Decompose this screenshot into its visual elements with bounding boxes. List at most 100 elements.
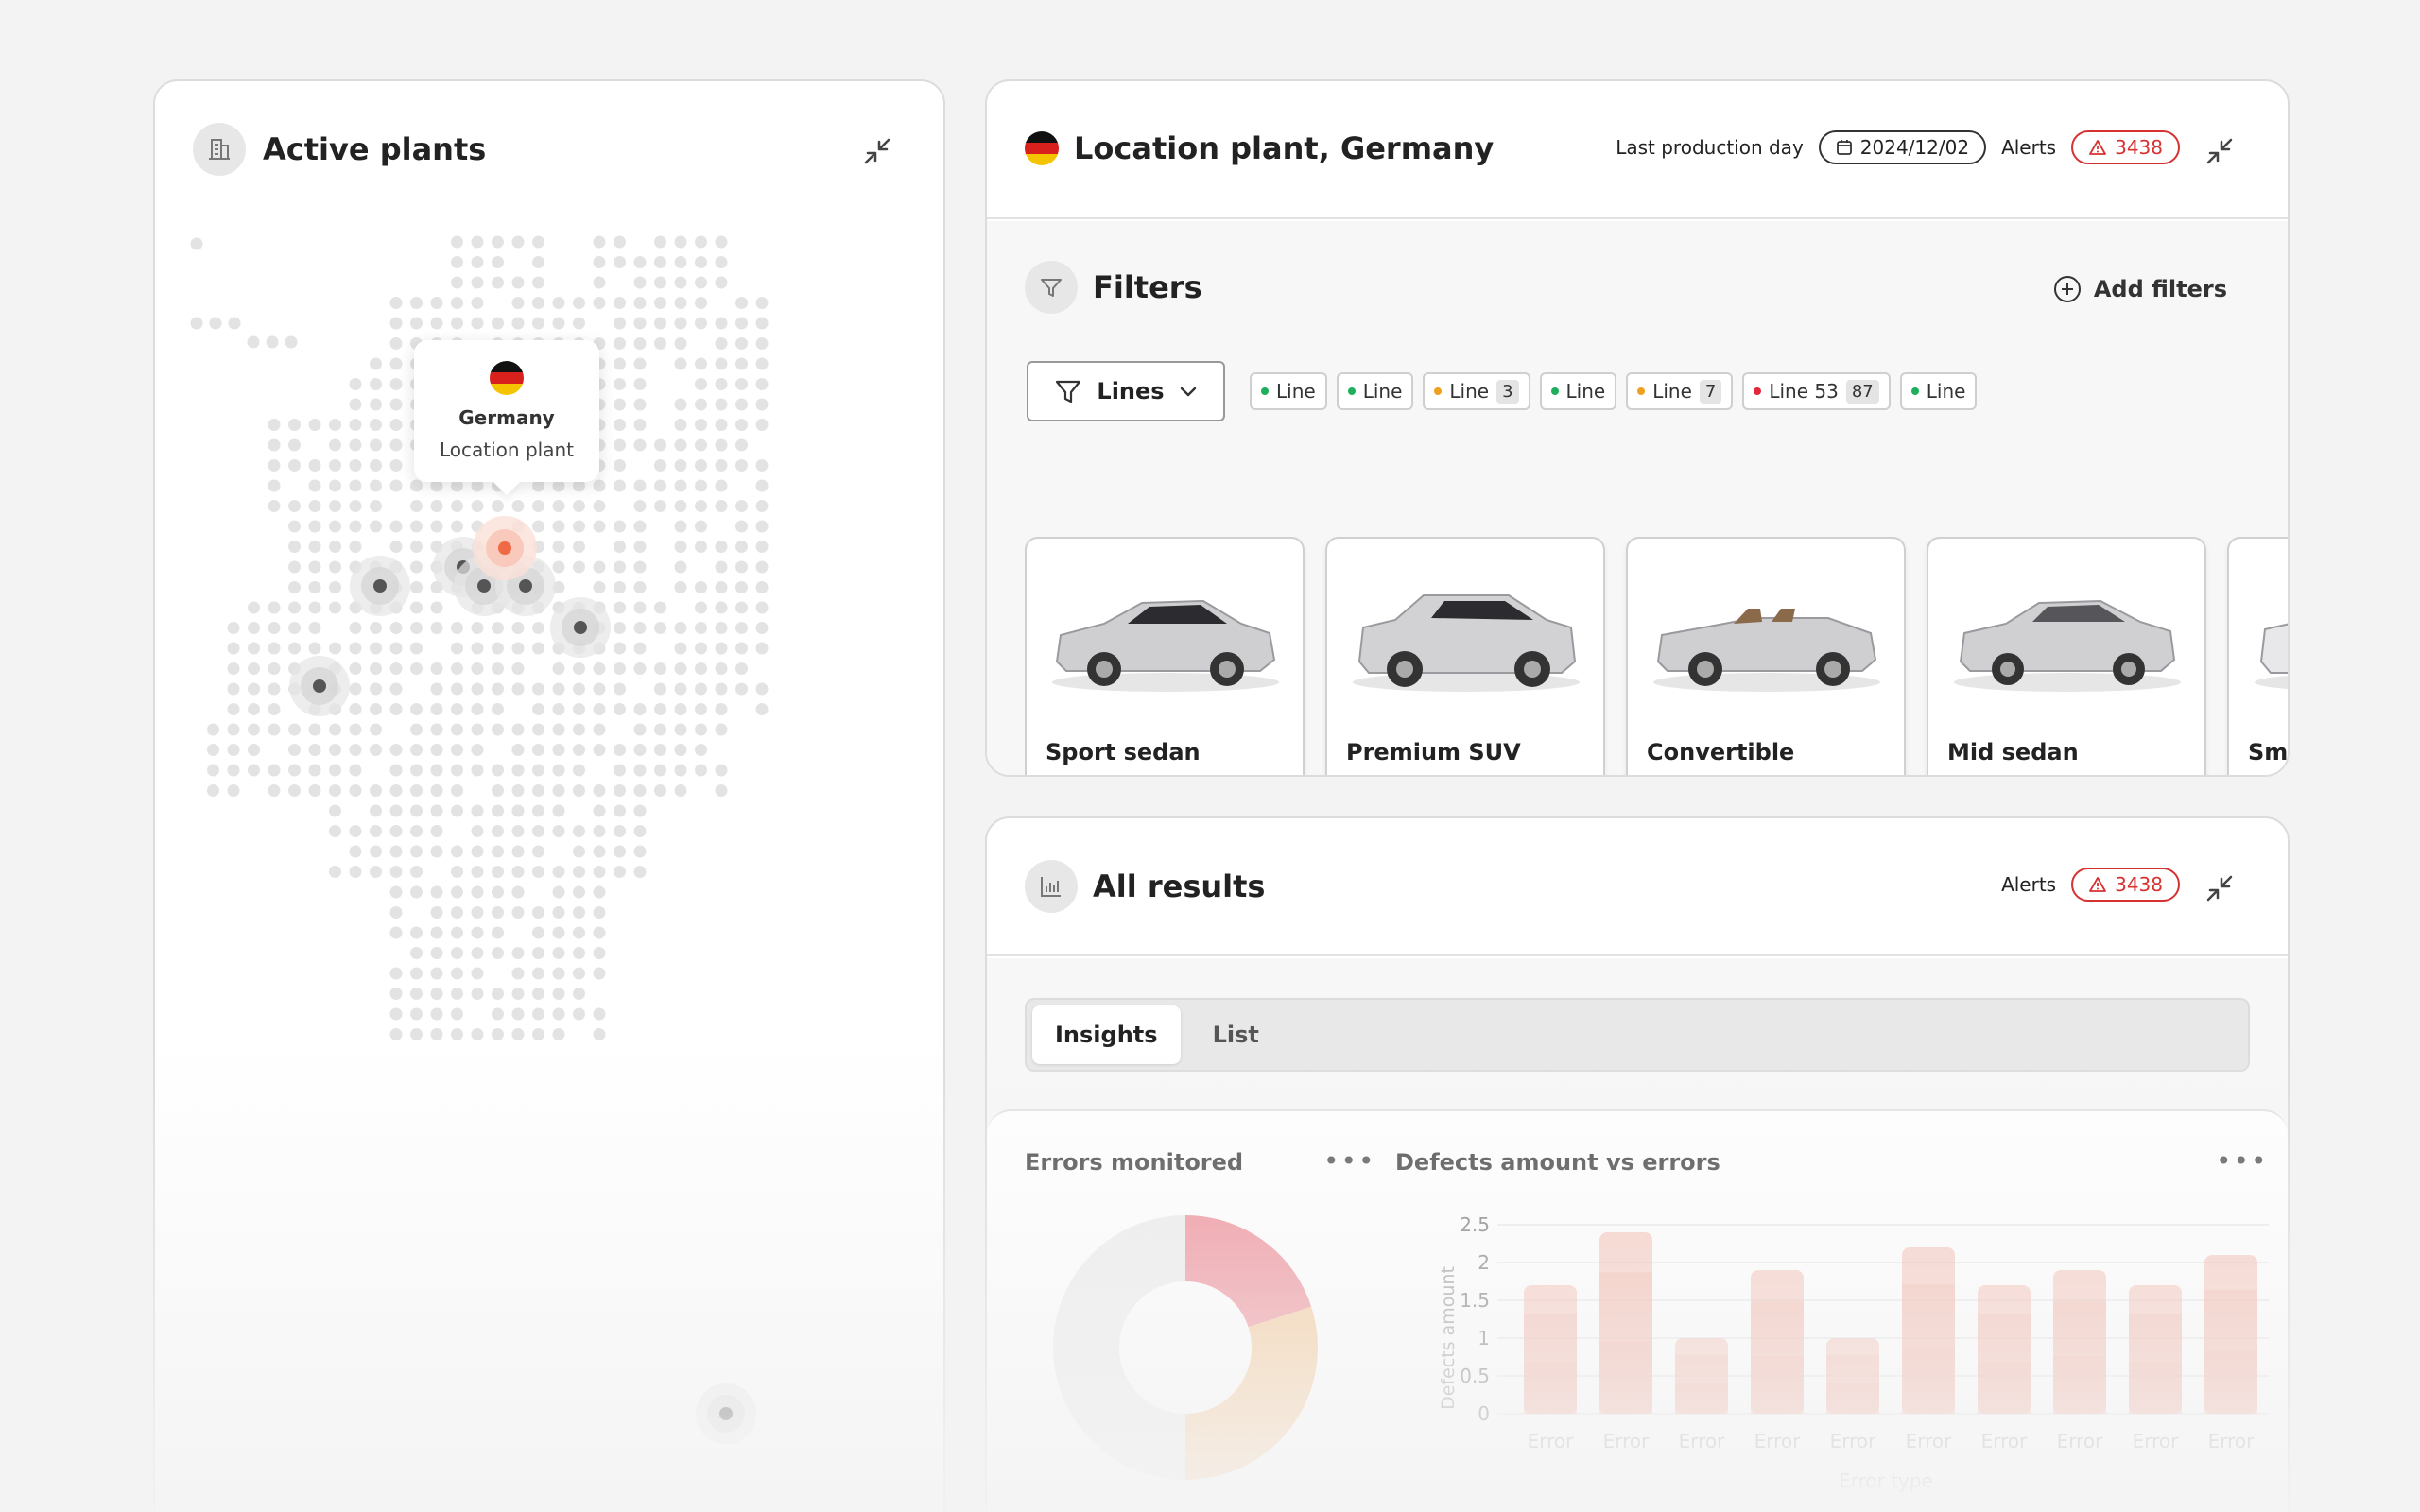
map-dot <box>268 459 281 472</box>
map-dot <box>451 317 463 330</box>
map-dot <box>593 784 606 797</box>
map-dot <box>614 438 626 452</box>
line-chip[interactable]: Line <box>1336 372 1414 410</box>
map-dot <box>614 784 626 797</box>
map-dot <box>633 825 647 837</box>
map-dot <box>552 500 565 512</box>
map-dot <box>410 622 423 634</box>
map-dot <box>410 784 423 797</box>
map-dot <box>715 500 728 512</box>
map-dot <box>410 642 423 655</box>
car-card-convertible[interactable]: Convertible <box>1626 537 1906 775</box>
map-dot <box>207 723 219 736</box>
collapse-map-button[interactable] <box>855 129 900 174</box>
map-dot <box>410 804 423 817</box>
map-dot <box>674 703 687 715</box>
map-dot <box>370 500 382 512</box>
map-dot <box>268 764 281 777</box>
map-dot <box>633 256 647 268</box>
line-chip[interactable]: Line 7 <box>1626 372 1734 410</box>
map-dot <box>389 541 403 553</box>
lines-dropdown[interactable]: Lines <box>1027 361 1225 421</box>
tab-insights[interactable]: Insights <box>1032 1005 1181 1064</box>
car-card-sport-sedan[interactable]: Sport sedan <box>1025 537 1305 775</box>
line-chip[interactable]: Line 53 87 <box>1742 372 1891 410</box>
line-chip[interactable]: Line <box>1539 372 1617 410</box>
line-chip[interactable]: Line <box>1899 372 1978 410</box>
map-dot <box>511 317 525 330</box>
map-dot <box>614 479 626 492</box>
collapse-location-button[interactable] <box>2197 129 2242 174</box>
map-dot <box>471 642 484 655</box>
map-dot <box>227 784 240 797</box>
map-dot <box>451 276 463 289</box>
map-dot <box>735 622 748 634</box>
line-chip[interactable]: Line 3 <box>1423 372 1530 410</box>
collapse-results-button[interactable] <box>2197 866 2242 911</box>
map-dot <box>451 235 463 249</box>
premium-suv-image <box>1353 594 1580 692</box>
map-dot <box>349 642 362 655</box>
alerts-badge[interactable]: 3438 <box>2071 130 2180 164</box>
map-dot <box>268 682 281 696</box>
alerts-badge[interactable]: 3438 <box>2071 868 2180 902</box>
map-dot <box>329 560 341 574</box>
map-dot <box>511 1028 525 1040</box>
map-dot <box>430 317 443 330</box>
car-card-premium-suv[interactable]: Premium SUV <box>1325 537 1605 775</box>
map-dot <box>511 845 525 858</box>
map-dot <box>695 235 707 249</box>
production-date-pill[interactable]: 2024/12/02 <box>1818 130 1987 164</box>
map-dot <box>573 297 585 309</box>
map-dot <box>552 825 565 837</box>
map-dot <box>370 357 382 370</box>
map-dot <box>370 642 382 655</box>
donut-more-button[interactable]: ••• <box>1323 1145 1376 1177</box>
map-dot <box>209 317 222 330</box>
map-dot <box>451 1007 463 1021</box>
map-dot <box>511 622 525 634</box>
map-dot <box>573 885 585 899</box>
map-dot <box>329 804 341 817</box>
car-card-small[interactable]: Sma <box>2227 537 2288 775</box>
map-dot <box>573 541 585 553</box>
map-dot <box>552 560 565 574</box>
map-dot <box>492 622 504 634</box>
map-dot <box>552 804 565 817</box>
map-dot <box>735 682 748 696</box>
map-dot <box>349 744 362 756</box>
map-dot <box>755 601 769 614</box>
add-filters-button[interactable]: Add filters <box>2052 274 2227 304</box>
map-dot <box>532 622 544 634</box>
map-dot <box>308 459 321 472</box>
map-dot <box>349 622 362 634</box>
map-dot <box>593 885 606 899</box>
tab-list[interactable]: List <box>1190 1005 1282 1064</box>
map-dot <box>695 601 707 614</box>
y-tick-label: 2 <box>1478 1251 1490 1274</box>
bar-more-button[interactable]: ••• <box>2216 1145 2269 1177</box>
map-dot <box>248 723 260 736</box>
map-dot <box>511 866 525 878</box>
map-dot <box>614 703 626 715</box>
map-dot <box>532 947 544 959</box>
bar <box>1902 1247 1955 1414</box>
line-chip[interactable]: Line <box>1250 372 1327 410</box>
map-dot <box>532 520 544 533</box>
map-dot <box>715 662 728 675</box>
map-dot <box>370 703 382 715</box>
map-dot <box>471 845 484 858</box>
map-dot <box>654 479 666 492</box>
map-dot <box>329 764 341 777</box>
map-dot <box>389 1028 403 1040</box>
map-dot <box>451 784 463 797</box>
map-dot <box>532 906 544 919</box>
car-card-mid-sedan[interactable]: Mid sedan <box>1927 537 2206 775</box>
map-dot <box>410 1007 423 1021</box>
map-dot <box>430 1007 443 1021</box>
map-dot <box>674 560 687 574</box>
map-dot <box>349 438 362 452</box>
map-dot <box>674 642 687 655</box>
map-dot <box>389 622 403 634</box>
map-dot <box>268 479 281 492</box>
